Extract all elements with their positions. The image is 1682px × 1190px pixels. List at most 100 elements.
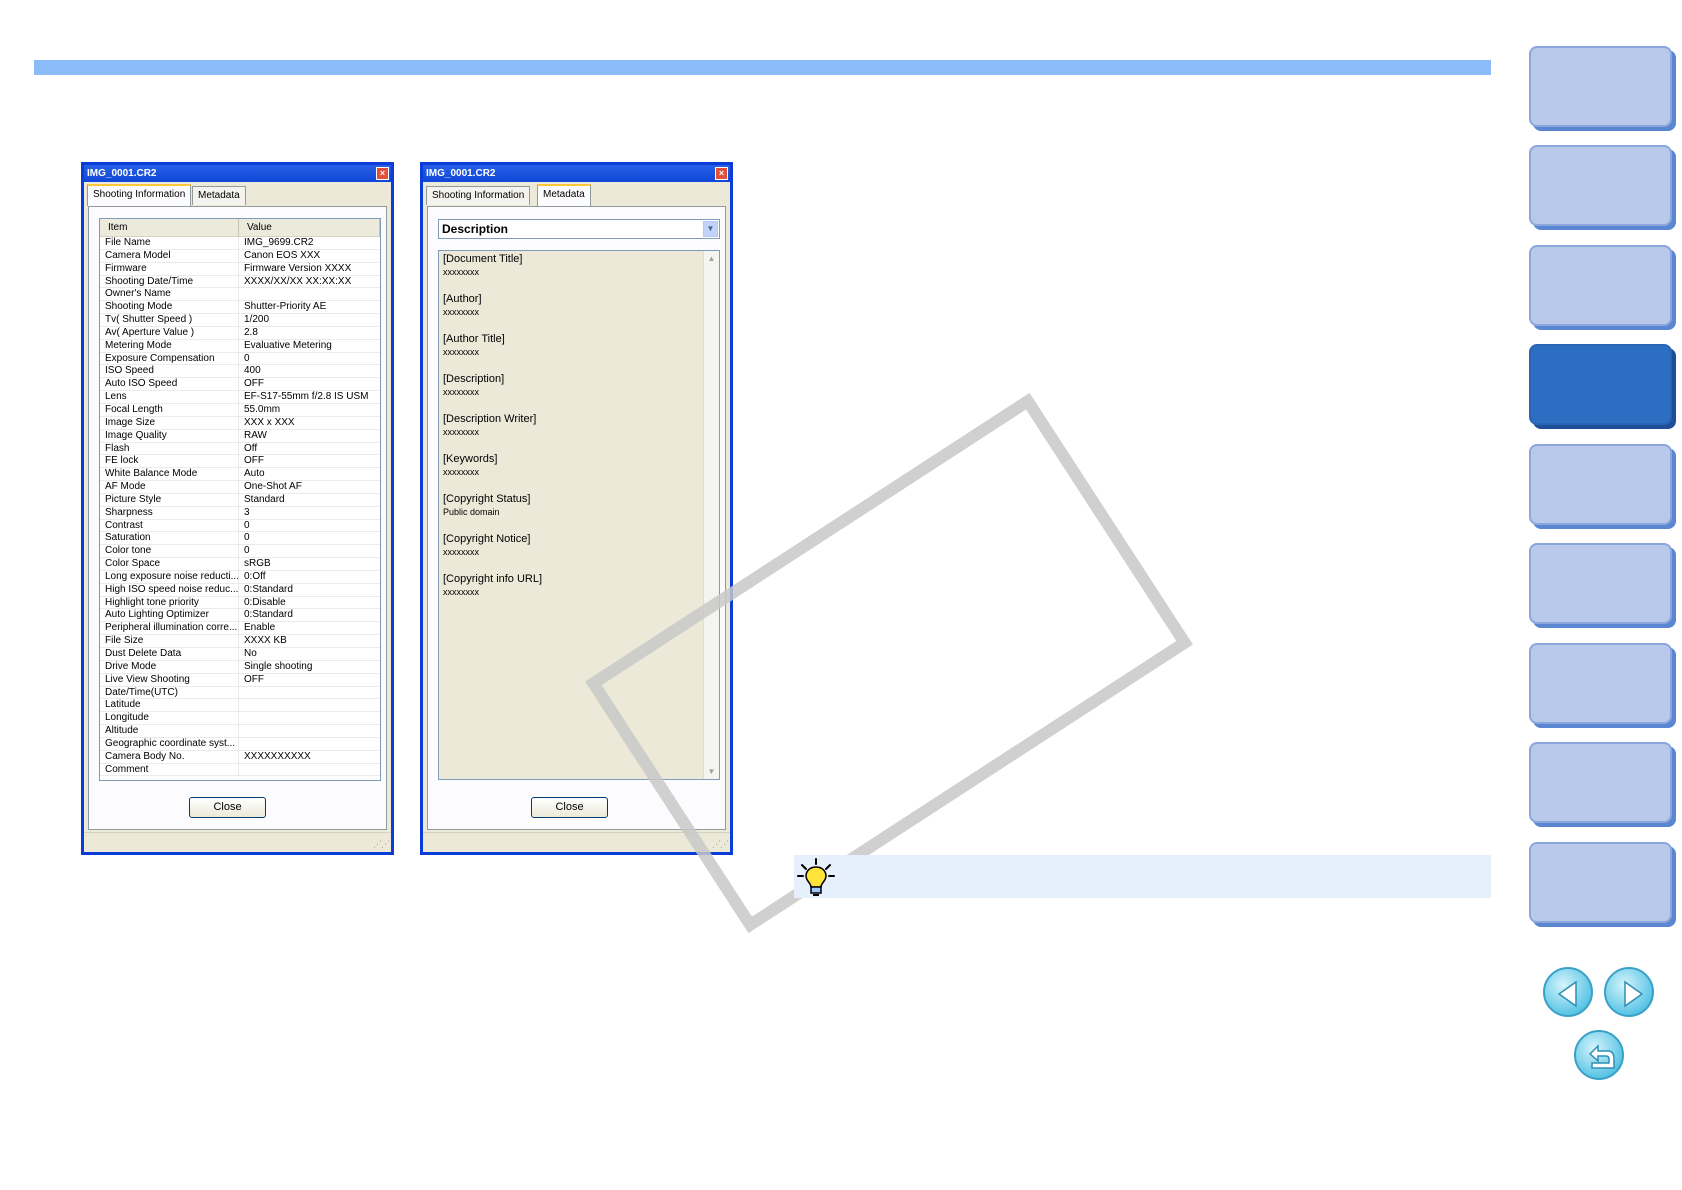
resize-grip-icon[interactable]: ⋰⋰ [712, 839, 729, 850]
side-nav-tab-4[interactable] [1529, 344, 1672, 425]
return-button[interactable] [1574, 1030, 1624, 1080]
metadata-field-value[interactable]: xxxxxxxx [443, 386, 701, 399]
close-icon[interactable]: × [376, 167, 389, 180]
top-banner [34, 60, 1491, 75]
side-nav-tab-3[interactable] [1529, 245, 1672, 326]
table-row[interactable]: Longitude [100, 712, 380, 726]
metadata-field-label: [Description Writer] [443, 413, 537, 425]
table-row[interactable]: Image Size XXX x XXX [100, 416, 380, 430]
close-button[interactable]: Close [189, 797, 266, 818]
table-row[interactable]: AF Mode One-Shot AF [100, 481, 380, 494]
tab-metadata[interactable]: Metadata [537, 184, 591, 206]
table-cell-value [239, 288, 380, 300]
close-button[interactable]: Close [531, 797, 608, 818]
table-row[interactable]: Picture Style Standard [100, 493, 380, 507]
metadata-field: [Copyright Status] Public domain [443, 493, 701, 519]
table-row[interactable]: Highlight tone priority 0:Disable [100, 596, 380, 610]
chevron-down-icon[interactable]: ▼ [703, 221, 718, 237]
table-row[interactable]: Live View Shooting OFF [100, 673, 380, 687]
table-row[interactable]: White Balance Mode Auto [100, 468, 380, 482]
tab-metadata[interactable]: Metadata [192, 186, 246, 205]
table-row[interactable]: Sharpness 3 [100, 506, 380, 520]
metadata-field-value[interactable]: Public domain [443, 506, 701, 519]
table-row[interactable]: FE lock OFF [100, 455, 380, 469]
table-row[interactable]: Flash Off [100, 442, 380, 456]
column-header-item[interactable]: Item [100, 219, 239, 236]
tab-panel: Item Value File Name IMG_9699.CR2 Camera M… [88, 206, 387, 830]
side-nav-tab-2[interactable] [1529, 145, 1672, 226]
metadata-field-label: [Document Title] [443, 253, 523, 265]
table-row[interactable]: Tv( Shutter Speed ) 1/200 [100, 314, 380, 327]
metadata-field-value[interactable]: xxxxxxxx [443, 306, 701, 319]
side-nav-tab-9[interactable] [1529, 842, 1672, 923]
table-row[interactable]: Shooting Date/Time XXXX/XX/XX XX:XX:XX [100, 275, 380, 289]
arrow-left-icon [1557, 980, 1577, 1008]
table-cell-item: Long exposure noise reducti... [100, 570, 239, 583]
next-page-button[interactable] [1604, 967, 1654, 1017]
table-row[interactable]: ISO Speed 400 [100, 365, 380, 379]
table-row[interactable]: Saturation 0 [100, 532, 380, 546]
side-nav-tab-8[interactable] [1529, 742, 1672, 823]
table-row[interactable]: Camera Model Canon EOS XXX [100, 249, 380, 263]
table-row[interactable]: Exposure Compensation 0 [100, 352, 380, 366]
table-cell-value: Standard [244, 493, 285, 505]
metadata-field-value[interactable]: xxxxxxxx [443, 546, 701, 559]
close-icon[interactable]: × [715, 167, 728, 180]
scroll-down-icon[interactable]: ▼ [704, 764, 719, 779]
side-nav-tab-7[interactable] [1529, 643, 1672, 724]
metadata-field-value[interactable]: xxxxxxxx [443, 346, 701, 359]
table-row[interactable]: Lens EF-S17-55mm f/2.8 IS USM [100, 391, 380, 404]
table-cell-value: 0 [244, 519, 250, 531]
resize-grip-icon[interactable]: ⋰⋰ [373, 839, 390, 850]
tab-shooting-information[interactable]: Shooting Information [87, 184, 192, 206]
metadata-field-value[interactable]: xxxxxxxx [443, 586, 701, 599]
table-row[interactable]: Image Quality RAW [100, 429, 380, 443]
table-cell-value: Shutter-Priority AE [244, 301, 327, 313]
tab-shooting-information[interactable]: Shooting Information [426, 186, 531, 205]
metadata-field-value[interactable]: xxxxxxxx [443, 426, 701, 439]
side-nav-tab-6[interactable] [1529, 543, 1672, 624]
metadata-category-select[interactable]: Description ▼ [438, 219, 720, 239]
table-row[interactable]: Shooting Mode Shutter-Priority AE [100, 301, 380, 315]
table-row[interactable]: Date/Time(UTC) [100, 686, 380, 700]
table-row[interactable]: Altitude [100, 725, 380, 738]
metadata-field-value[interactable]: xxxxxxxx [443, 466, 701, 479]
table-cell-item: Contrast [100, 519, 239, 532]
vertical-scrollbar[interactable]: ▲ ▼ [703, 251, 719, 779]
table-row[interactable]: Latitude [100, 699, 380, 713]
table-row[interactable]: Comment [100, 763, 380, 777]
table-row[interactable]: Peripheral illumination corre... Enable [100, 622, 380, 636]
table-row[interactable]: High ISO speed noise reduc... 0:Standard [100, 583, 380, 597]
table-cell-item: Sharpness [100, 506, 239, 519]
table-row[interactable]: Auto ISO Speed OFF [100, 378, 380, 392]
table-row[interactable]: Firmware Firmware Version XXXX [100, 262, 380, 276]
table-row[interactable]: Drive Mode Single shooting [100, 660, 380, 674]
previous-page-button[interactable] [1543, 967, 1593, 1017]
table-row[interactable]: Dust Delete Data No [100, 648, 380, 661]
table-row[interactable]: Focal Length 55.0mm [100, 403, 380, 417]
table-cell-item: Metering Mode [100, 339, 239, 352]
shooting-info-table[interactable]: Item Value File Name IMG_9699.CR2 Camera M… [99, 218, 381, 781]
metadata-field-value[interactable]: xxxxxxxx [443, 266, 701, 279]
table-row[interactable]: Color tone 0 [100, 545, 380, 559]
table-row[interactable]: Owner's Name [100, 288, 380, 302]
table-cell-value: sRGB [244, 558, 271, 570]
scroll-up-icon[interactable]: ▲ [704, 251, 719, 266]
side-nav-tab-5[interactable] [1529, 444, 1672, 525]
table-row[interactable]: Auto Lighting Optimizer 0:Standard [100, 609, 380, 623]
column-header-value[interactable]: Value [239, 219, 380, 236]
table-row[interactable]: Av( Aperture Value ) 2.8 [100, 326, 380, 340]
metadata-text-area[interactable]: [Document Title] xxxxxxxx [Author] xxxxxxxx… [438, 250, 720, 780]
table-row[interactable]: Camera Body No. XXXXXXXXXX [100, 750, 380, 764]
table-row[interactable]: Contrast 0 [100, 519, 380, 533]
table-row[interactable]: File Name IMG_9699.CR2 [100, 237, 380, 250]
table-row[interactable]: Color Space sRGB [100, 558, 380, 571]
table-cell-item: AF Mode [100, 481, 239, 493]
table-row[interactable]: File Size XXXX KB [100, 635, 380, 648]
table-row[interactable]: Geographic coordinate syst... [100, 737, 380, 751]
tab-panel: Description ▼ [Document Title] xxxxxxxx [A… [427, 206, 726, 830]
table-row[interactable]: Long exposure noise reducti... 0:Off [100, 570, 380, 584]
side-nav-tab-1[interactable] [1529, 46, 1672, 127]
table-row[interactable]: Metering Mode Evaluative Metering [100, 339, 380, 353]
table-cell-item: Comment [100, 763, 239, 776]
